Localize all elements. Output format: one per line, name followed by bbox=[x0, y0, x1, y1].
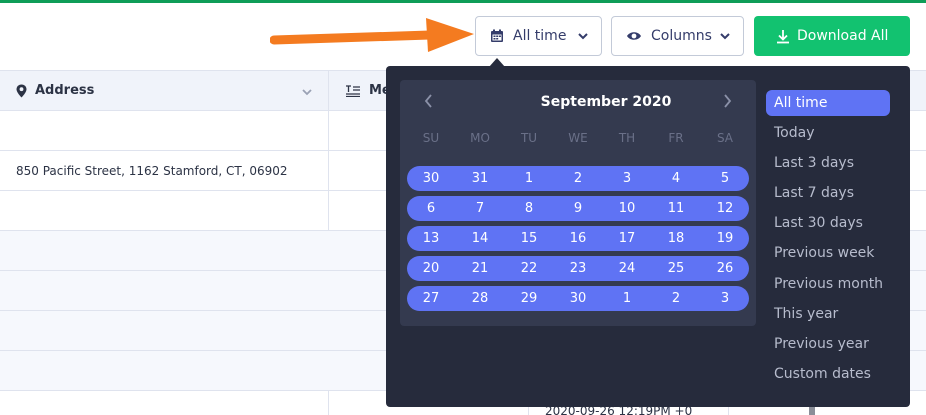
calendar-day[interactable]: 1 bbox=[511, 171, 547, 186]
calendar-day[interactable]: 18 bbox=[658, 231, 694, 246]
calendar-day[interactable]: 22 bbox=[511, 261, 547, 276]
calendar-day[interactable]: 11 bbox=[658, 201, 694, 216]
chevron-down-icon[interactable] bbox=[301, 87, 313, 97]
text-lines-icon bbox=[346, 84, 360, 97]
calendar-day[interactable]: 30 bbox=[413, 171, 449, 186]
top-accent-line bbox=[0, 0, 926, 3]
calendar-day[interactable]: 28 bbox=[462, 291, 498, 306]
calendar: September 2020 SU MO TU WE TH FR SA 30 3… bbox=[400, 80, 756, 326]
calendar-day[interactable]: 12 bbox=[707, 201, 743, 216]
weekday-label: SU bbox=[422, 131, 440, 145]
eye-icon bbox=[627, 32, 641, 40]
calendar-day[interactable]: 10 bbox=[609, 201, 645, 216]
calendar-day[interactable]: 6 bbox=[413, 201, 449, 216]
calendar-day[interactable]: 31 bbox=[462, 171, 498, 186]
calendar-week-row: 27 28 29 30 1 2 3 bbox=[407, 286, 749, 311]
calendar-day[interactable]: 29 bbox=[511, 291, 547, 306]
preset-all-time[interactable]: All time bbox=[766, 90, 890, 116]
date-filter-button[interactable]: All time bbox=[475, 16, 602, 56]
calendar-month-label: September 2020 bbox=[540, 94, 672, 110]
chevron-down-icon bbox=[720, 33, 730, 40]
calendar-day[interactable]: 5 bbox=[707, 171, 743, 186]
download-all-button[interactable]: Download All bbox=[754, 16, 910, 56]
column-header-next[interactable]: Me bbox=[345, 83, 391, 98]
preset-today[interactable]: Today bbox=[766, 120, 890, 146]
map-pin-icon bbox=[16, 84, 27, 97]
orange-arrow-annotation bbox=[270, 18, 474, 52]
chevron-down-icon bbox=[578, 33, 588, 40]
calendar-week-row: 13 14 15 16 17 18 19 bbox=[407, 226, 749, 251]
weekday-label: MO bbox=[470, 131, 490, 145]
calendar-day[interactable]: 8 bbox=[511, 201, 547, 216]
preset-this-year[interactable]: This year bbox=[766, 301, 890, 327]
calendar-icon bbox=[491, 29, 503, 42]
weekday-label: SA bbox=[716, 131, 734, 145]
weekday-label: WE bbox=[568, 131, 588, 145]
preset-previous-year[interactable]: Previous year bbox=[766, 331, 890, 357]
date-filter-label: All time bbox=[513, 28, 567, 44]
preset-custom-dates[interactable]: Custom dates bbox=[766, 361, 890, 387]
calendar-day[interactable]: 24 bbox=[609, 261, 645, 276]
calendar-day[interactable]: 25 bbox=[658, 261, 694, 276]
calendar-day[interactable]: 23 bbox=[560, 261, 596, 276]
weekday-label: TH bbox=[618, 131, 636, 145]
calendar-week-row: 20 21 22 23 24 25 26 bbox=[407, 256, 749, 281]
calendar-day[interactable]: 3 bbox=[707, 291, 743, 306]
preset-last-30-days[interactable]: Last 30 days bbox=[766, 210, 890, 236]
preset-last-3-days[interactable]: Last 3 days bbox=[766, 150, 890, 176]
calendar-day[interactable]: 14 bbox=[462, 231, 498, 246]
calendar-day[interactable]: 3 bbox=[609, 171, 645, 186]
preset-previous-month[interactable]: Previous month bbox=[766, 271, 890, 297]
calendar-day[interactable]: 26 bbox=[707, 261, 743, 276]
column-header-label: Address bbox=[35, 83, 95, 98]
calendar-day[interactable]: 2 bbox=[658, 291, 694, 306]
calendar-day[interactable]: 4 bbox=[658, 171, 694, 186]
calendar-day[interactable]: 17 bbox=[609, 231, 645, 246]
download-all-label: Download All bbox=[797, 28, 889, 44]
date-range-popover: September 2020 SU MO TU WE TH FR SA 30 3… bbox=[386, 66, 910, 407]
weekday-label: TU bbox=[520, 131, 538, 145]
calendar-day[interactable]: 7 bbox=[462, 201, 498, 216]
calendar-day[interactable]: 9 bbox=[560, 201, 596, 216]
calendar-day[interactable]: 1 bbox=[609, 291, 645, 306]
chevron-right-icon[interactable] bbox=[722, 94, 732, 108]
calendar-day[interactable]: 13 bbox=[413, 231, 449, 246]
calendar-week-row: 30 31 1 2 3 4 5 bbox=[407, 166, 749, 191]
calendar-day[interactable]: 21 bbox=[462, 261, 498, 276]
calendar-day[interactable]: 2 bbox=[560, 171, 596, 186]
calendar-day[interactable]: 16 bbox=[560, 231, 596, 246]
calendar-day[interactable]: 30 bbox=[560, 291, 596, 306]
preset-previous-week[interactable]: Previous week bbox=[766, 240, 890, 266]
columns-label: Columns bbox=[651, 28, 712, 44]
calendar-day[interactable]: 19 bbox=[707, 231, 743, 246]
calendar-day[interactable]: 27 bbox=[413, 291, 449, 306]
preset-last-7-days[interactable]: Last 7 days bbox=[766, 180, 890, 206]
column-header-address[interactable]: Address bbox=[16, 83, 94, 98]
download-icon bbox=[777, 29, 789, 43]
calendar-day[interactable]: 15 bbox=[511, 231, 547, 246]
calendar-week-row: 6 7 8 9 10 11 12 bbox=[407, 196, 749, 221]
weekday-label: FR bbox=[668, 131, 684, 145]
address-cell: 850 Pacific Street, 1162 Stamford, CT, 0… bbox=[16, 164, 288, 178]
calendar-day[interactable]: 20 bbox=[413, 261, 449, 276]
columns-button[interactable]: Columns bbox=[611, 16, 744, 56]
